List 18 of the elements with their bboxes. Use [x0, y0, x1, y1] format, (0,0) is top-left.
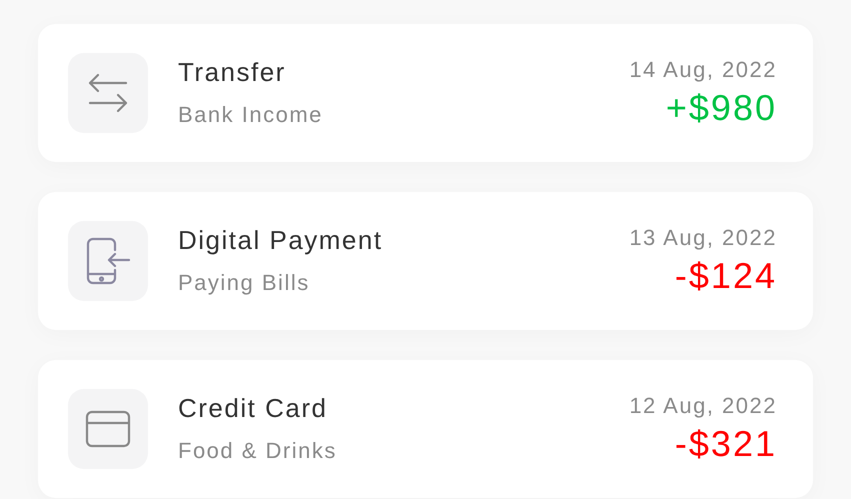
transaction-amount: -$321 — [674, 422, 777, 465]
transaction-card[interactable]: Digital Payment Paying Bills 13 Aug, 2022 -$124 — [38, 192, 813, 330]
transaction-title: Digital Payment — [178, 225, 383, 256]
transaction-card[interactable]: Credit Card Food & Drinks 12 Aug, 2022 -$321 — [38, 360, 813, 498]
credit-card-icon — [84, 409, 132, 449]
transaction-title: Transfer — [178, 57, 286, 88]
transaction-amount: -$124 — [674, 254, 777, 297]
transaction-category: Food & Drinks — [178, 438, 337, 465]
transaction-title: Credit Card — [178, 393, 328, 424]
transaction-date: 14 Aug, 2022 — [629, 57, 777, 84]
transaction-category: Paying Bills — [178, 270, 310, 297]
transaction-amount: +$980 — [666, 86, 777, 129]
transaction-card[interactable]: Transfer Bank Income 14 Aug, 2022 +$980 — [38, 24, 813, 162]
phone-arrow-icon — [85, 236, 131, 286]
transaction-category: Bank Income — [178, 102, 323, 129]
transfer-arrows-icon — [86, 71, 130, 115]
transaction-date: 12 Aug, 2022 — [629, 393, 777, 420]
transaction-date: 13 Aug, 2022 — [629, 225, 777, 252]
